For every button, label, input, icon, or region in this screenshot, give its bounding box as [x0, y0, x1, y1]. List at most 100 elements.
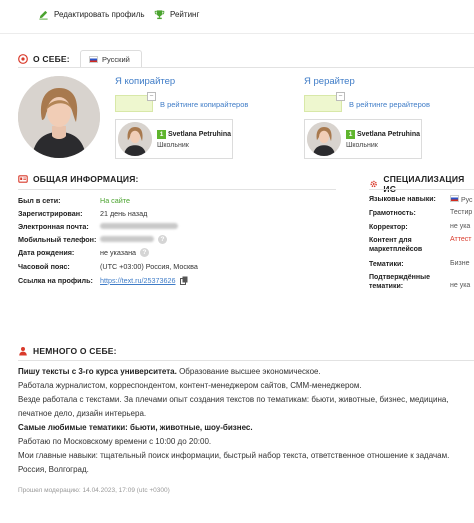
info-row-phone: Мобильный телефон: ?: [18, 233, 167, 245]
russian-flag-icon: [89, 56, 98, 63]
bio-line-3: Везде работала с текстами. За плечами оп…: [18, 395, 449, 404]
spec-row-language: Языковые навыки: Рус: [369, 195, 473, 204]
spec-row-corrector: Корректор: не ука: [369, 223, 470, 232]
info-row-timezone: Часовой пояс: (UTC +03:00) Россия, Москв…: [18, 260, 198, 272]
spec-row-topics: Тематики: Бизне: [369, 260, 469, 269]
info-row-registered: Зарегистрирован: 21 день назад: [18, 207, 147, 219]
tab-divider: [18, 67, 474, 68]
info-label: Зарегистрирован:: [18, 208, 83, 218]
birthdate-text: не указана: [100, 247, 137, 257]
email-value: [100, 223, 178, 229]
bio-title-text: НЕМНОГО О СЕБЕ:: [33, 346, 117, 356]
spec-value: не ука: [450, 223, 471, 230]
bio-line-7: Мои главные навыки: тщательный поиск инф…: [18, 451, 450, 460]
card-avatar: [307, 122, 341, 156]
rewriter-badge: –: [304, 92, 345, 112]
bio-line-4: печатное дело, дизайн интерьера.: [18, 409, 147, 418]
spec-value: Тестир: [450, 209, 473, 216]
edit-profile-button[interactable]: Редактировать профиль: [38, 9, 145, 20]
spec-row-literacy: Грамотность: Тестир: [369, 209, 472, 218]
copywriter-badge: –: [115, 92, 156, 112]
specialization-divider: [369, 189, 474, 190]
spec-label: Языковые навыки:: [369, 196, 436, 203]
card-avatar: [118, 122, 152, 156]
rewriter-rating-link[interactable]: В рейтинге рерайтеров: [349, 100, 430, 109]
bio-line-5: Самые любимые тематики: бьюти, животные,…: [18, 423, 253, 432]
spec-value: Аттест: [450, 236, 472, 243]
rating-button[interactable]: Рейтинг: [154, 9, 199, 20]
badge-corner-icon: –: [336, 92, 345, 101]
level-badge: 1: [346, 130, 355, 139]
tab-russian-label: Русский: [102, 55, 130, 64]
person-icon: [19, 347, 27, 356]
id-card-icon: [18, 175, 28, 183]
spec-row-marketplace: Контент для маркетплейсов Аттест: [369, 236, 471, 254]
spec-label: Подтверждённые тематики:: [369, 274, 431, 290]
spec-language-text: Рус: [460, 197, 473, 204]
help-icon[interactable]: ?: [158, 234, 167, 244]
spec-label: Корректор:: [369, 224, 408, 231]
user-icon: [18, 54, 28, 64]
bio-line-1: Пишу тексты с 3-го курса университета. О…: [18, 367, 321, 376]
birthdate-value: не указана?: [100, 247, 150, 257]
russian-flag-icon: [450, 195, 459, 202]
general-info-title-text: ОБЩАЯ ИНФОРМАЦИЯ:: [33, 174, 139, 184]
info-label: Электронная почта:: [18, 221, 89, 231]
gear-icon: [370, 180, 377, 188]
bio-line-6: Работаю по Московскому времени с 10:00 д…: [18, 437, 212, 446]
pencil-icon: [39, 10, 48, 20]
spec-label: Контент для маркетплейсов: [369, 237, 423, 253]
bio-line-2: Работала журналистом, корреспондентом, к…: [18, 381, 362, 390]
copywriter-rating-link[interactable]: В рейтинге копирайтеров: [160, 100, 248, 109]
spec-row-confirmed-topics: Подтверждённые тематики: не ука: [369, 273, 470, 291]
bio-line-1-rest: Образование высшее экономическое.: [176, 367, 321, 376]
bio-divider: [18, 360, 474, 361]
about-title-text: О СЕБЕ:: [33, 54, 70, 64]
card-rank: Школьник: [157, 142, 189, 149]
info-label: Был в сети:: [18, 195, 61, 205]
online-status: На сайте: [100, 195, 130, 205]
info-label: Часовой пояс:: [18, 261, 70, 271]
rewriter-user-card[interactable]: 1 Svetlana Petruhina Школьник: [304, 119, 422, 159]
tab-russian[interactable]: Русский: [80, 50, 142, 68]
rewriter-title: Я рерайтер: [304, 76, 355, 87]
card-name: Svetlana Petruhina: [168, 131, 232, 138]
info-row-birthdate: Дата рождения: не указана?: [18, 246, 150, 258]
card-name: Svetlana Petruhina: [357, 131, 421, 138]
phone-value: ?: [100, 234, 167, 244]
timezone-value: (UTC +03:00) Россия, Москва: [100, 261, 198, 271]
info-row-email: Электронная почта:: [18, 220, 178, 232]
info-label: Мобильный телефон:: [18, 234, 97, 244]
blurred-phone: [100, 236, 154, 242]
level-badge: 1: [157, 130, 166, 139]
about-section-title: О СЕБЕ:: [18, 54, 70, 64]
edit-profile-label: Редактировать профиль: [54, 10, 145, 19]
copywriter-user-card[interactable]: 1 Svetlana Petruhina Школьник: [115, 119, 233, 159]
copy-icon[interactable]: [179, 276, 188, 285]
info-row-profile-link: Ссылка на профиль: https://text.ru/25373…: [18, 274, 188, 286]
registered-value: 21 день назад: [100, 208, 148, 218]
bio-line-1-bold: Пишу тексты с 3-го курса университета.: [18, 367, 177, 376]
moderation-footer: Прошел модерацию: 14.04.2023, 17:09 (utc…: [18, 487, 170, 494]
copywriter-title: Я копирайтер: [115, 76, 176, 87]
blurred-email: [100, 223, 178, 229]
bio-section-title: НЕМНОГО О СЕБЕ:: [18, 346, 117, 356]
bio-line-8: Россия, Волгоград.: [18, 465, 89, 474]
general-divider: [18, 189, 336, 190]
profile-link[interactable]: https://text.ru/25373626: [100, 276, 176, 285]
help-icon[interactable]: ?: [140, 247, 150, 257]
info-label: Дата рождения:: [18, 247, 75, 257]
spec-value: не ука: [450, 282, 471, 289]
specialization-title-text: СПЕЦИАЛИЗАЦИЯ ИС: [383, 174, 465, 194]
rating-label: Рейтинг: [170, 10, 200, 19]
specialization-title: СПЕЦИАЛИЗАЦИЯ ИС: [369, 174, 474, 194]
card-rank: Школьник: [346, 142, 378, 149]
spec-value: Рус: [450, 195, 473, 204]
general-info-title: ОБЩАЯ ИНФОРМАЦИЯ:: [18, 174, 139, 184]
spec-label: Грамотность:: [369, 210, 416, 217]
profile-avatar: [18, 76, 100, 158]
info-label: Ссылка на профиль:: [18, 275, 93, 285]
profile-link-value: https://text.ru/25373626: [100, 276, 188, 285]
top-toolbar: Редактировать профиль Рейтинг: [0, 0, 474, 34]
info-row-online: Был в сети: На сайте: [18, 194, 130, 206]
